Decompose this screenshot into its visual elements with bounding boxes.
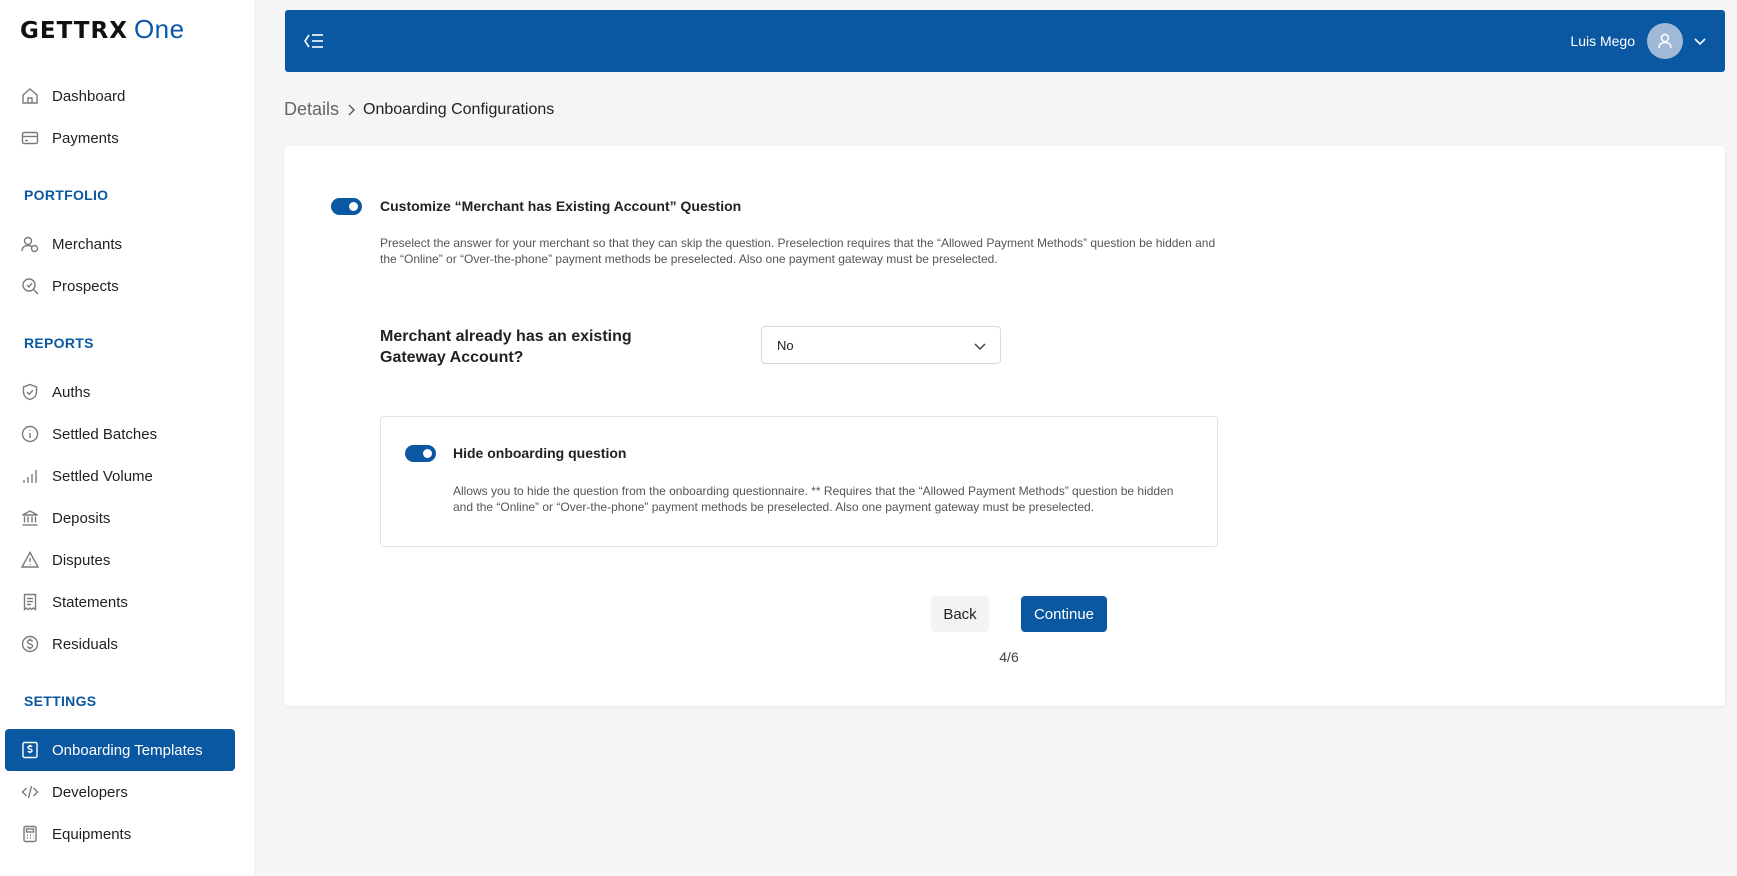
sidebar-item-label: Dashboard — [52, 87, 126, 105]
terminal-icon — [19, 823, 41, 845]
dollar-document-icon — [19, 739, 41, 761]
sidebar-item-label: Deposits — [52, 509, 111, 527]
top-bar: Luis Mego — [285, 10, 1725, 72]
section-heading-reports: REPORTS — [24, 335, 94, 351]
bank-icon — [19, 507, 41, 529]
warning-icon — [19, 549, 41, 571]
user-name: Luis Mego — [1570, 33, 1635, 49]
sidebar-item-onboarding-templates[interactable]: Onboarding Templates — [5, 729, 235, 771]
sidebar-item-merchants[interactable]: Merchants — [5, 223, 235, 265]
breadcrumb: Details Onboarding Configurations — [284, 99, 554, 120]
sidebar-item-equipments[interactable]: Equipments — [5, 813, 235, 855]
back-button[interactable]: Back — [931, 596, 989, 632]
home-icon — [19, 85, 41, 107]
info-icon — [19, 423, 41, 445]
receipt-icon — [19, 591, 41, 613]
collapse-menu-icon[interactable] — [303, 31, 325, 51]
sidebar-item-label: Prospects — [52, 277, 119, 295]
breadcrumb-current: Onboarding Configurations — [363, 100, 555, 118]
logo[interactable]: GETTRX One — [20, 14, 185, 45]
sidebar-item-label: Equipments — [52, 825, 132, 843]
hide-question-toggle[interactable] — [405, 445, 436, 462]
sidebar-item-dashboard[interactable]: Dashboard — [5, 75, 235, 117]
sidebar-item-label: Residuals — [52, 635, 118, 653]
sidebar-item-label: Developers — [52, 783, 128, 801]
sidebar-item-label: Onboarding Templates — [52, 741, 203, 759]
breadcrumb-details[interactable]: Details — [284, 99, 339, 120]
sidebar-item-settled-batches[interactable]: Settled Batches — [5, 413, 235, 455]
step-indicator: 4/6 — [999, 649, 1019, 665]
customize-question-title: Customize “Merchant has Existing Account… — [380, 198, 742, 214]
section-heading-portfolio: PORTFOLIO — [24, 187, 109, 203]
card-icon — [19, 127, 41, 149]
sidebar-item-settled-volume[interactable]: Settled Volume — [5, 455, 235, 497]
sidebar-item-label: Disputes — [52, 551, 111, 569]
sidebar-item-label: Merchants — [52, 235, 123, 253]
sidebar-item-statements[interactable]: Statements — [5, 581, 235, 623]
bar-chart-icon — [19, 465, 41, 487]
brand-suffix: One — [133, 14, 185, 44]
shield-check-icon — [19, 381, 41, 403]
avatar[interactable] — [1647, 23, 1683, 59]
configuration-card: Customize “Merchant has Existing Account… — [284, 146, 1725, 706]
customize-question-description: Preselect the answer for your merchant s… — [380, 236, 1216, 266]
sidebar-item-residuals[interactable]: Residuals — [5, 623, 235, 665]
sidebar-item-label: Settled Batches — [52, 425, 158, 443]
sidebar-item-payments[interactable]: Payments — [5, 117, 235, 159]
customize-question-toggle[interactable] — [331, 198, 362, 215]
gateway-account-question-label: Merchant already has an existing Gateway… — [380, 328, 632, 366]
chevron-right-icon — [346, 103, 356, 117]
gateway-account-select[interactable]: No — [761, 326, 1001, 364]
user-icon — [1658, 33, 1672, 49]
sidebar: GETTRX One Dashboard Payments PORTFOLIO M… — [0, 0, 254, 876]
sidebar-item-auths[interactable]: Auths — [5, 371, 235, 413]
user-menu[interactable]: Luis Mego — [1570, 23, 1707, 59]
sidebar-item-developers[interactable]: Developers — [5, 771, 235, 813]
section-heading-settings: SETTINGS — [24, 693, 97, 709]
hide-question-title: Hide onboarding question — [453, 445, 627, 461]
chevron-down-icon[interactable] — [1693, 33, 1707, 49]
hide-question-description: Allows you to hide the question from the… — [453, 484, 1174, 514]
sidebar-item-label: Settled Volume — [52, 467, 153, 485]
sidebar-item-label: Auths — [52, 383, 91, 401]
chevron-down-icon — [973, 339, 987, 354]
sidebar-item-deposits[interactable]: Deposits — [5, 497, 235, 539]
dollar-circle-icon — [19, 633, 41, 655]
sidebar-item-prospects[interactable]: Prospects — [5, 265, 235, 307]
brand-name: GETTRX — [20, 18, 128, 44]
sidebar-item-disputes[interactable]: Disputes — [5, 539, 235, 581]
gateway-account-select-value: No — [777, 337, 794, 353]
sidebar-item-label: Statements — [52, 593, 128, 611]
code-icon — [19, 781, 41, 803]
sidebar-item-label: Payments — [52, 129, 119, 147]
prospects-icon — [19, 275, 41, 297]
hide-question-panel: Hide onboarding question Allows you to h… — [380, 416, 1218, 547]
continue-button[interactable]: Continue — [1021, 596, 1107, 632]
merchants-icon — [19, 233, 41, 255]
